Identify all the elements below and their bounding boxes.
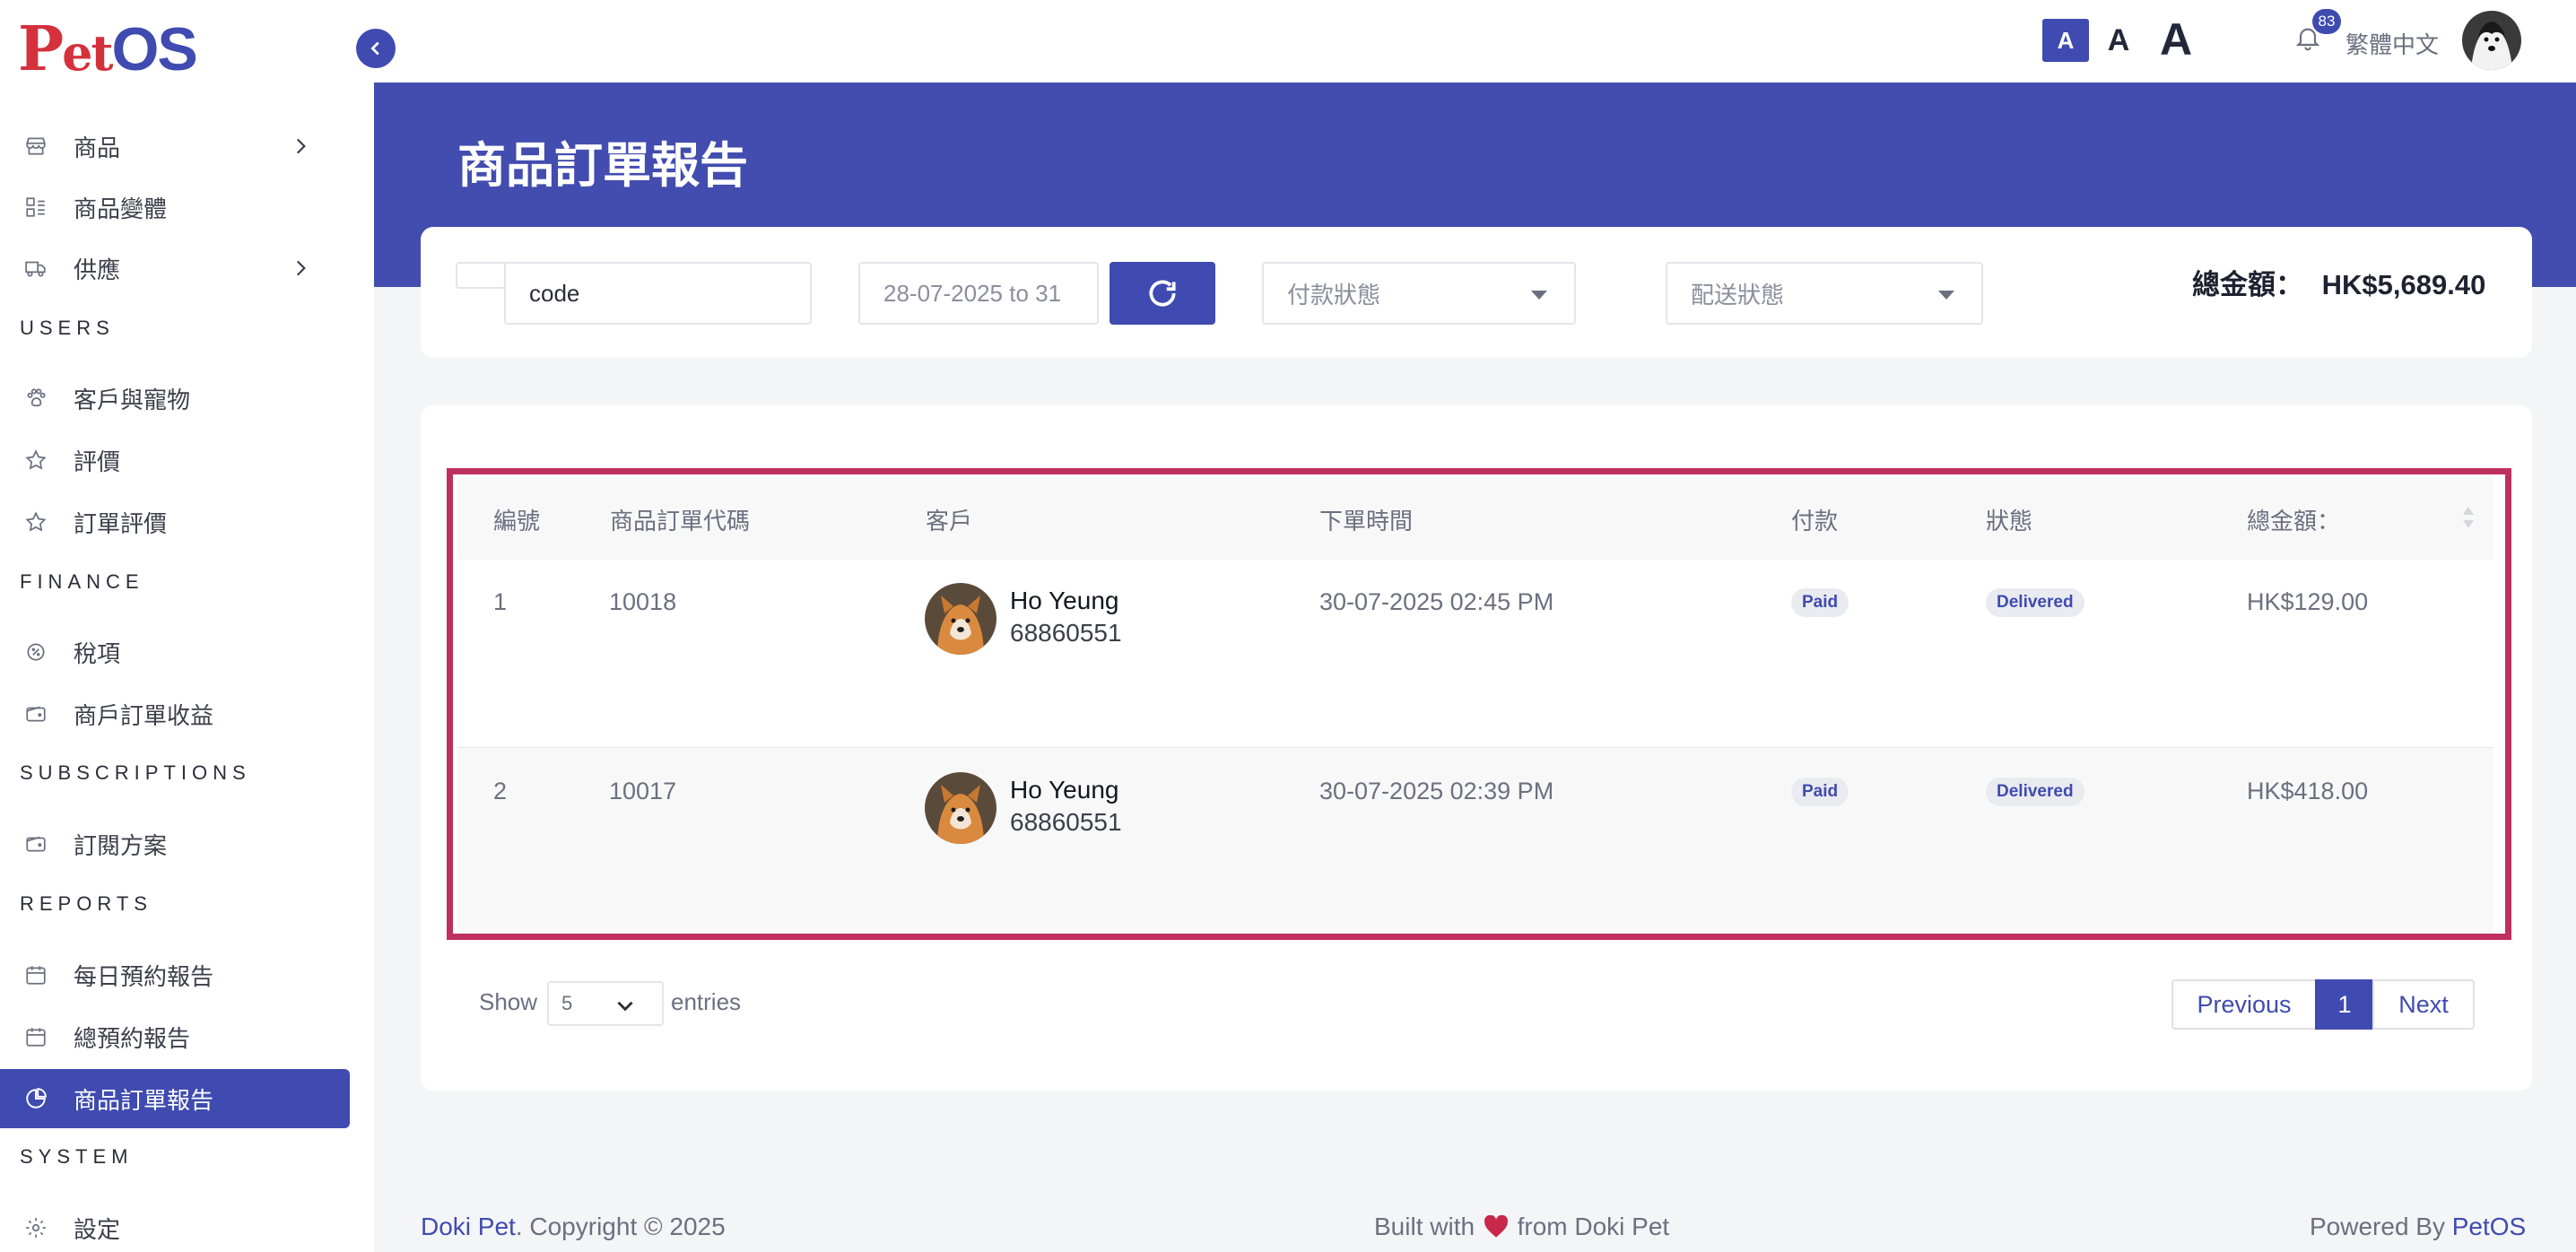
sidebar-item-product-variants[interactable]: 商品變體 (0, 178, 350, 237)
built-with-suffix: from Doki Pet (1517, 1213, 1670, 1240)
heart-icon (1484, 1214, 1508, 1238)
language-selector[interactable]: 繁體中文 (2345, 27, 2439, 60)
sidebar-item-label: 商品變體 (74, 195, 168, 222)
entries-label: entries (671, 988, 742, 1015)
page-size-value: 5 (561, 992, 573, 1014)
sidebar: PetOS 商品 商品變體 供應 USERS 客戶與寵物 評價 訂單評價 FIN… (0, 0, 374, 1252)
wallet-icon (23, 831, 48, 856)
calendar-icon (23, 962, 48, 987)
sidebar-item-products[interactable]: 商品 (0, 117, 350, 176)
table-highlight-frame (447, 468, 2511, 940)
sidebar-item-reviews[interactable]: 評價 (0, 430, 350, 490)
top-bar (374, 0, 2576, 83)
sidebar-item-supply[interactable]: 供應 (0, 239, 350, 298)
petos-logo[interactable]: PetOS (18, 18, 198, 82)
sidebar-item-settings[interactable]: 設定 (0, 1198, 350, 1252)
chevron-left-icon (370, 41, 379, 56)
page-title: 商品訂單報告 (457, 139, 748, 193)
sidebar-item-label: 每日預約報告 (74, 962, 214, 990)
chevron-right-icon (296, 260, 306, 276)
sidebar-item-order-reviews[interactable]: 訂單評價 (0, 492, 350, 552)
page-size-select[interactable]: 5 (547, 981, 664, 1026)
sidebar-item-total-booking-report[interactable]: 總預約報告 (0, 1007, 350, 1066)
gear-icon (23, 1215, 48, 1240)
sidebar-item-label: 總預約報告 (74, 1024, 191, 1052)
chevron-down-icon (617, 1001, 633, 1012)
calendar-icon (23, 1024, 48, 1049)
sidebar-item-label: 評價 (74, 448, 121, 475)
footer-built-with: Built with from Doki Pet (1374, 1213, 1669, 1241)
user-avatar[interactable] (2462, 11, 2521, 70)
sidebar-item-label: 商品訂單報告 (74, 1086, 214, 1114)
section-users: USERS (20, 317, 115, 339)
font-size-small-button[interactable]: A (2042, 19, 2089, 62)
copyright-text: . Copyright © 2025 (515, 1213, 726, 1240)
code-type-toggle[interactable] (456, 262, 506, 289)
previous-page-button[interactable]: Previous (2171, 979, 2317, 1030)
code-search-input[interactable]: code (504, 262, 812, 325)
wallet-icon (23, 701, 48, 726)
section-subscriptions: SUBSCRIPTIONS (20, 761, 251, 784)
caret-down-icon (1938, 291, 1954, 300)
section-finance: FINANCE (20, 570, 144, 593)
petos-link[interactable]: PetOS (2452, 1213, 2526, 1240)
powered-by-prefix: Powered By (2310, 1213, 2452, 1240)
sidebar-collapse-button[interactable] (356, 29, 396, 68)
total-amount-value: HK$5,689.40 (2321, 269, 2486, 300)
show-label: Show (479, 988, 538, 1015)
truck-icon (23, 256, 48, 281)
sidebar-item-tax[interactable]: 稅項 (0, 622, 350, 682)
pie-chart-icon (23, 1086, 48, 1111)
section-system: SYSTEM (20, 1145, 134, 1168)
sidebar-item-merchant-revenue[interactable]: 商戶訂單收益 (0, 684, 350, 743)
shop-icon (23, 134, 48, 159)
section-reports: REPORTS (20, 892, 152, 915)
sidebar-item-label: 商品 (74, 134, 121, 161)
footer-powered-by: Powered By PetOS (2310, 1213, 2526, 1241)
sidebar-item-label: 訂閱方案 (74, 831, 168, 859)
paw-icon (23, 386, 48, 411)
star-icon (23, 509, 48, 535)
refresh-icon (1149, 280, 1176, 307)
next-page-button[interactable]: Next (2372, 979, 2475, 1030)
sidebar-item-label: 稅項 (74, 639, 121, 667)
tax-icon (23, 639, 48, 665)
sidebar-item-customers-pets[interactable]: 客戶與寵物 (0, 369, 350, 428)
sidebar-item-label: 客戶與寵物 (74, 386, 191, 413)
notification-badge: 83 (2312, 9, 2341, 34)
sidebar-item-label: 訂單評價 (74, 509, 168, 537)
delivery-status-select[interactable]: 配送狀態 (1666, 262, 1983, 325)
total-amount: 總金額： HK$5,689.40 (2192, 262, 2485, 302)
variants-icon (23, 195, 48, 220)
payment-status-select[interactable]: 付款狀態 (1262, 262, 1576, 325)
font-size-medium-button[interactable]: A (2103, 19, 2134, 62)
sidebar-item-label: 設定 (74, 1215, 121, 1243)
font-size-large-button[interactable]: A (2154, 13, 2198, 66)
sidebar-item-daily-booking-report[interactable]: 每日預約報告 (0, 945, 350, 1004)
date-range-input[interactable]: 28-07-2025 to 31 (858, 262, 1099, 325)
delivery-status-placeholder: 配送狀態 (1691, 281, 1785, 309)
built-with-prefix: Built with (1374, 1213, 1475, 1240)
page-1-button[interactable]: 1 (2315, 979, 2374, 1030)
chevron-right-icon (296, 138, 306, 154)
star-icon (23, 448, 48, 473)
sidebar-item-label: 商戶訂單收益 (74, 701, 214, 729)
company-link[interactable]: Doki Pet (421, 1213, 516, 1240)
total-amount-label: 總金額： (2192, 269, 2303, 300)
sidebar-item-label: 供應 (74, 256, 121, 283)
caret-down-icon (1531, 291, 1547, 300)
sidebar-item-product-order-report[interactable]: 商品訂單報告 (0, 1069, 350, 1128)
sidebar-item-subscription-plans[interactable]: 訂閱方案 (0, 814, 350, 874)
refresh-button[interactable] (1110, 262, 1215, 325)
footer-copyright: Doki Pet. Copyright © 2025 (421, 1213, 726, 1241)
payment-status-placeholder: 付款狀態 (1287, 281, 1381, 309)
